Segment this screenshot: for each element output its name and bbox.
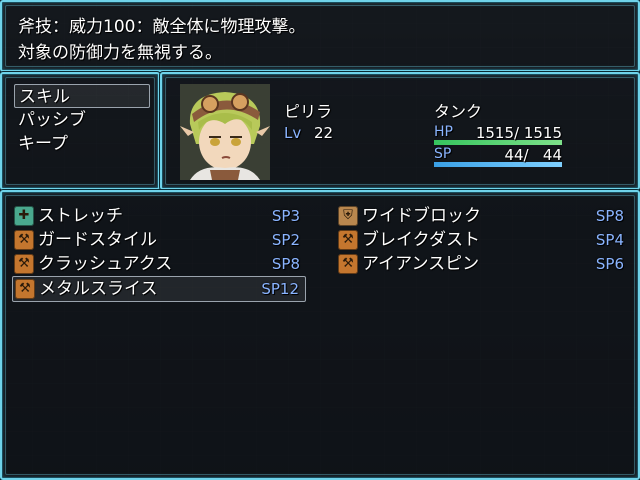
sp-value: 44/ 44 <box>504 146 562 164</box>
skill-name: ブレイクダスト <box>362 230 480 250</box>
skill-cost: SP12 <box>261 280 299 298</box>
hp-label: HP <box>434 124 453 140</box>
skill-item[interactable]: ✚ ストレッチ SP3 <box>14 204 306 228</box>
skill-cost: SP8 <box>271 255 300 273</box>
command-skill[interactable]: スキル <box>14 84 150 108</box>
axe-icon: ⚒ <box>338 230 358 250</box>
actor-face-portrait <box>180 84 270 180</box>
skill-cost: SP4 <box>595 231 624 249</box>
skill-cost: SP8 <box>595 207 624 225</box>
stretch-icon: ✚ <box>14 206 34 226</box>
wide-block-icon: ⛨ <box>338 206 358 226</box>
skill-cost: SP3 <box>271 207 300 225</box>
status-window: ピリラ Lv 22 タンク HP 1515/ 1515 SP 44/ 44 <box>160 72 640 190</box>
command-passive[interactable]: パッシブ <box>14 108 150 132</box>
help-window: 斧技：威力100：敵全体に物理攻撃。 対象の防御力を無視する。 <box>0 0 640 72</box>
axe-icon: ⚒ <box>15 279 35 299</box>
help-text-line-2: 対象の防御力を無視する。 <box>18 43 222 63</box>
skill-item[interactable]: ⛨ ワイドブロック SP8 <box>338 204 630 228</box>
actor-name: ピリラ <box>284 102 333 121</box>
axe-icon: ⚒ <box>14 230 34 250</box>
skill-name: ストレッチ <box>38 206 123 226</box>
skill-name: ワイドブロック <box>362 206 481 226</box>
skill-cost: SP6 <box>595 255 624 273</box>
skill-name: クラッシュアクス <box>38 254 173 274</box>
level-value: 22 <box>314 124 334 142</box>
command-window: スキル パッシブ キープ <box>0 72 160 190</box>
skill-name: アイアンスピン <box>362 254 480 274</box>
level-label: Lv <box>284 124 302 142</box>
skill-cost: SP2 <box>271 231 300 249</box>
skill-item[interactable]: ⚒ ガードスタイル SP2 <box>14 228 306 252</box>
hp-value: 1515/ 1515 <box>475 124 562 142</box>
skill-item[interactable]: ⚒ ブレイクダスト SP4 <box>338 228 630 252</box>
axe-icon: ⚒ <box>338 254 358 274</box>
skill-name: メタルスライス <box>39 279 158 299</box>
actor-class: タンク <box>434 102 483 121</box>
skill-name: ガードスタイル <box>38 230 157 250</box>
skill-item[interactable]: ⚒ アイアンスピン SP6 <box>338 252 630 276</box>
skill-list-window: ✚ ストレッチ SP3 ⛨ ワイドブロック SP8 ⚒ ガードスタイル SP2 … <box>0 190 640 480</box>
help-text-line-1: 斧技：威力100：敵全体に物理攻撃。 <box>18 17 306 37</box>
axe-icon: ⚒ <box>14 254 34 274</box>
sp-label: SP <box>434 146 452 162</box>
skill-item[interactable]: ⚒ クラッシュアクス SP8 <box>14 252 306 276</box>
skill-item-selected[interactable]: ⚒ メタルスライス SP12 <box>12 276 306 302</box>
command-keep[interactable]: キープ <box>14 132 150 156</box>
